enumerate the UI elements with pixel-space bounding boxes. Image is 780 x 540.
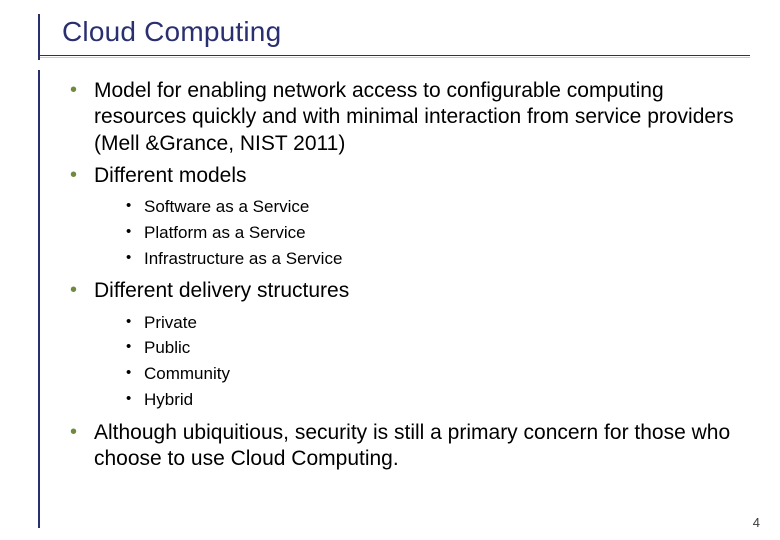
bullet-list: Model for enabling network access to con… [64,78,738,472]
list-item: Different models Software as a Service P… [64,163,738,271]
list-item: Platform as a Service [124,221,738,245]
sub-bullet-text: Software as a Service [144,197,309,216]
sub-bullet-text: Community [144,364,230,383]
list-item: Software as a Service [124,195,738,219]
sub-bullet-list: Software as a Service Platform as a Serv… [94,195,738,270]
sub-bullet-text: Infrastructure as a Service [144,249,342,268]
list-item: Although ubiquitious, security is still … [64,420,738,473]
slide: Cloud Computing Model for enabling netwo… [0,0,780,540]
sub-bullet-list: Private Public Community Hybrid [94,311,738,412]
title-underline-shadow [40,57,750,58]
list-item: Hybrid [124,388,738,412]
list-item: Model for enabling network access to con… [64,78,738,157]
bullet-text: Different models [94,164,247,187]
list-item: Community [124,362,738,386]
left-vertical-rule [38,14,40,528]
list-item: Different delivery structures Private Pu… [64,278,738,411]
slide-body: Model for enabling network access to con… [64,78,738,510]
bullet-text: Different delivery structures [94,279,349,302]
page-number: 4 [753,515,760,530]
rule-gap [38,60,42,70]
bullet-text: Although ubiquitious, security is still … [94,421,730,470]
sub-bullet-text: Platform as a Service [144,223,306,242]
list-item: Public [124,336,738,360]
sub-bullet-text: Hybrid [144,390,193,409]
list-item: Private [124,311,738,335]
list-item: Infrastructure as a Service [124,247,738,271]
bullet-text: Model for enabling network access to con… [94,79,734,155]
sub-bullet-text: Private [144,313,197,332]
sub-bullet-text: Public [144,338,190,357]
title-underline [40,55,750,56]
slide-title: Cloud Computing [62,16,281,48]
